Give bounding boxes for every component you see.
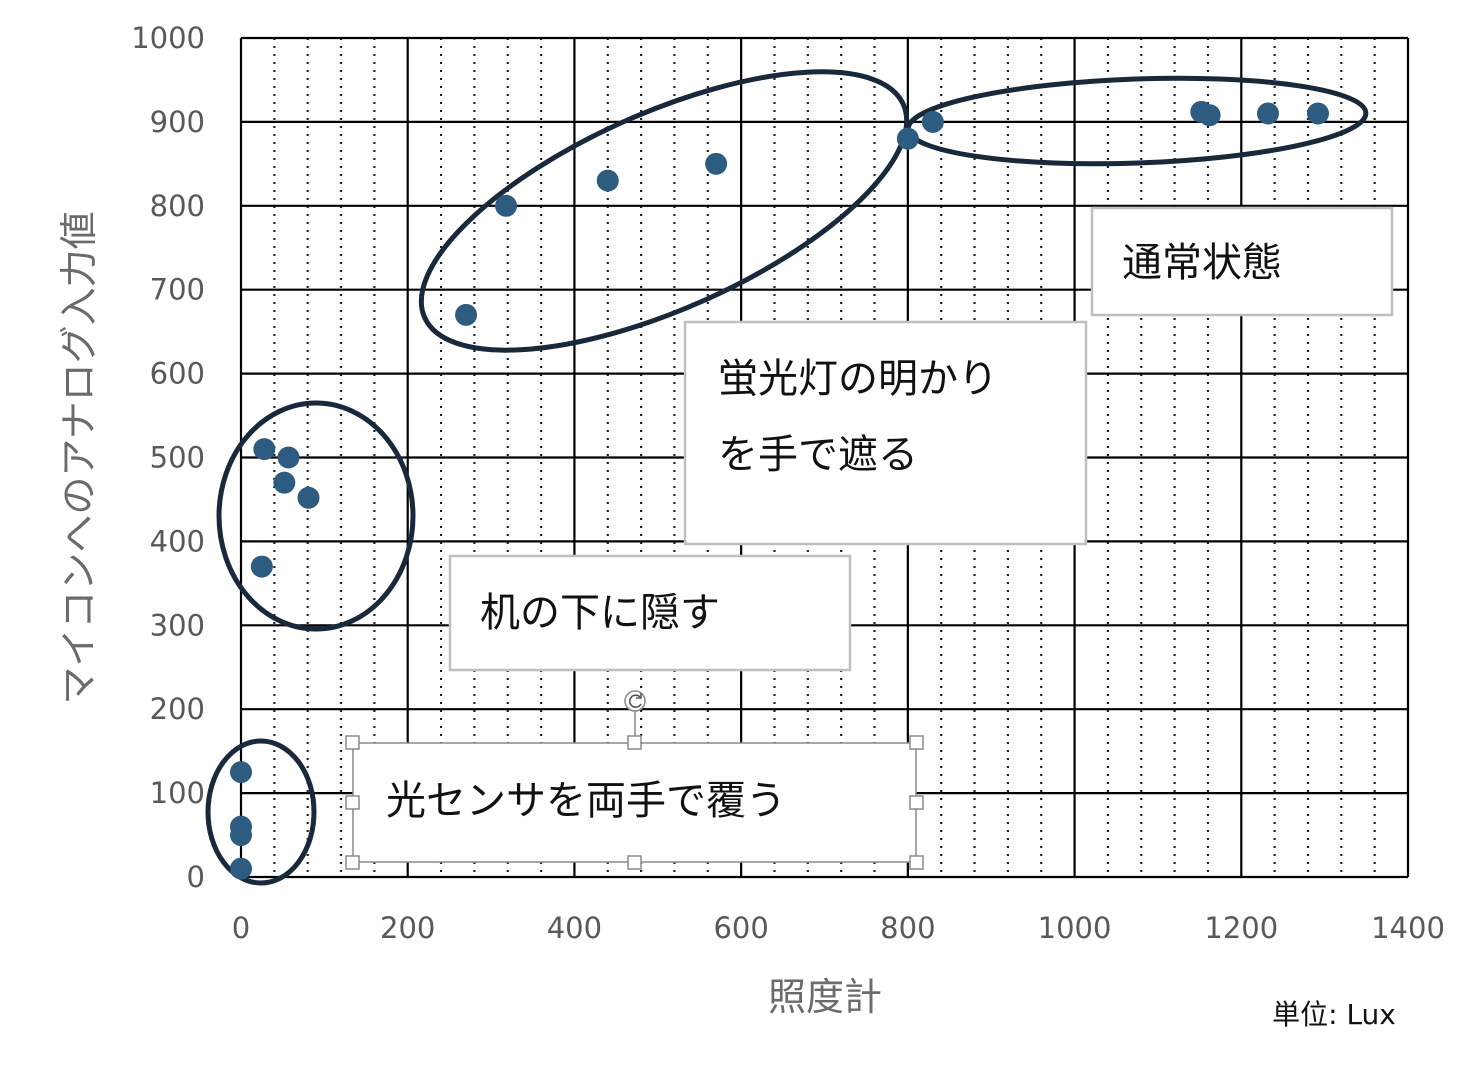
y-tick-label: 400 xyxy=(150,524,205,558)
callout-fluorescent[interactable]: 蛍光灯の明かり を手で遮る xyxy=(683,320,1088,546)
data-point xyxy=(705,152,728,175)
data-point xyxy=(596,169,619,192)
resize-handle-left[interactable] xyxy=(345,795,360,810)
x-tick-label: 400 xyxy=(547,911,602,945)
scatter-chart: 0 100 200 300 400 500 600 700 800 900 1000 0 200 400… xyxy=(57,21,1445,1031)
data-point xyxy=(495,194,518,217)
unit-label: 単位: Lux xyxy=(1272,998,1396,1031)
cluster-ellipse-hands xyxy=(205,738,317,886)
callout-hands[interactable]: 光センサを両手で覆う xyxy=(345,690,924,870)
y-tick-label: 100 xyxy=(150,776,205,810)
y-axis-title: マイコンへのアナログ入力値 xyxy=(57,211,101,704)
x-tick-label: 1400 xyxy=(1371,911,1445,945)
data-point xyxy=(1306,102,1329,125)
x-tick-label: 1200 xyxy=(1204,911,1278,945)
y-tick-label: 1000 xyxy=(131,21,205,55)
resize-handle-right[interactable] xyxy=(909,795,924,810)
y-tick-labels: 0 100 200 300 400 500 600 700 800 900 1000 xyxy=(131,21,205,894)
data-point xyxy=(273,471,296,494)
data-point xyxy=(253,438,276,461)
x-tick-label: 800 xyxy=(880,911,935,945)
data-point xyxy=(896,127,919,150)
y-tick-label: 700 xyxy=(150,273,205,307)
data-point xyxy=(230,824,252,847)
data-point xyxy=(230,857,252,880)
data-point xyxy=(1198,104,1221,127)
y-tick-label: 800 xyxy=(150,189,205,223)
x-tick-label: 0 xyxy=(232,911,250,945)
callout-normal[interactable]: 通常状態 xyxy=(1090,206,1394,317)
y-tick-label: 600 xyxy=(150,357,205,391)
data-point xyxy=(277,446,300,469)
y-tick-label: 900 xyxy=(150,105,205,139)
callout-hands-text: 光センサを両手で覆う xyxy=(386,778,786,824)
data-point xyxy=(230,761,252,784)
resize-handle-bottom[interactable] xyxy=(627,855,642,870)
x-tick-label: 200 xyxy=(380,911,435,945)
cluster-ellipse-under-desk xyxy=(216,400,416,632)
data-point xyxy=(455,303,478,326)
callout-fluorescent-text-line1: 蛍光灯の明かり xyxy=(718,356,998,402)
y-tick-label: 0 xyxy=(187,860,205,894)
x-tick-labels: 0 200 400 600 800 1000 1200 1400 xyxy=(232,911,1445,945)
resize-handle-top[interactable] xyxy=(627,735,642,750)
callout-under-desk-text: 机の下に隠す xyxy=(480,590,720,636)
resize-handle-bottom-left[interactable] xyxy=(345,855,360,870)
resize-handle-bottom-right[interactable] xyxy=(909,855,924,870)
data-point xyxy=(1256,102,1279,125)
x-tick-label: 600 xyxy=(713,911,768,945)
callout-under-desk[interactable]: 机の下に隠す xyxy=(448,554,852,672)
data-point xyxy=(297,486,320,509)
x-tick-label: 1000 xyxy=(1038,911,1112,945)
resize-handle-top-right[interactable] xyxy=(909,735,924,750)
callout-normal-text: 通常状態 xyxy=(1122,240,1282,286)
callout-fluorescent-text-line2: を手で遮る xyxy=(718,432,918,478)
data-point xyxy=(921,110,944,133)
y-tick-label: 300 xyxy=(150,608,205,642)
data-point xyxy=(250,555,273,578)
y-tick-label: 500 xyxy=(150,441,205,475)
rotate-handle-icon[interactable] xyxy=(624,690,646,712)
y-tick-label: 200 xyxy=(150,692,205,726)
x-axis-title: 照度計 xyxy=(768,975,882,1019)
resize-handle-top-left[interactable] xyxy=(345,735,360,750)
